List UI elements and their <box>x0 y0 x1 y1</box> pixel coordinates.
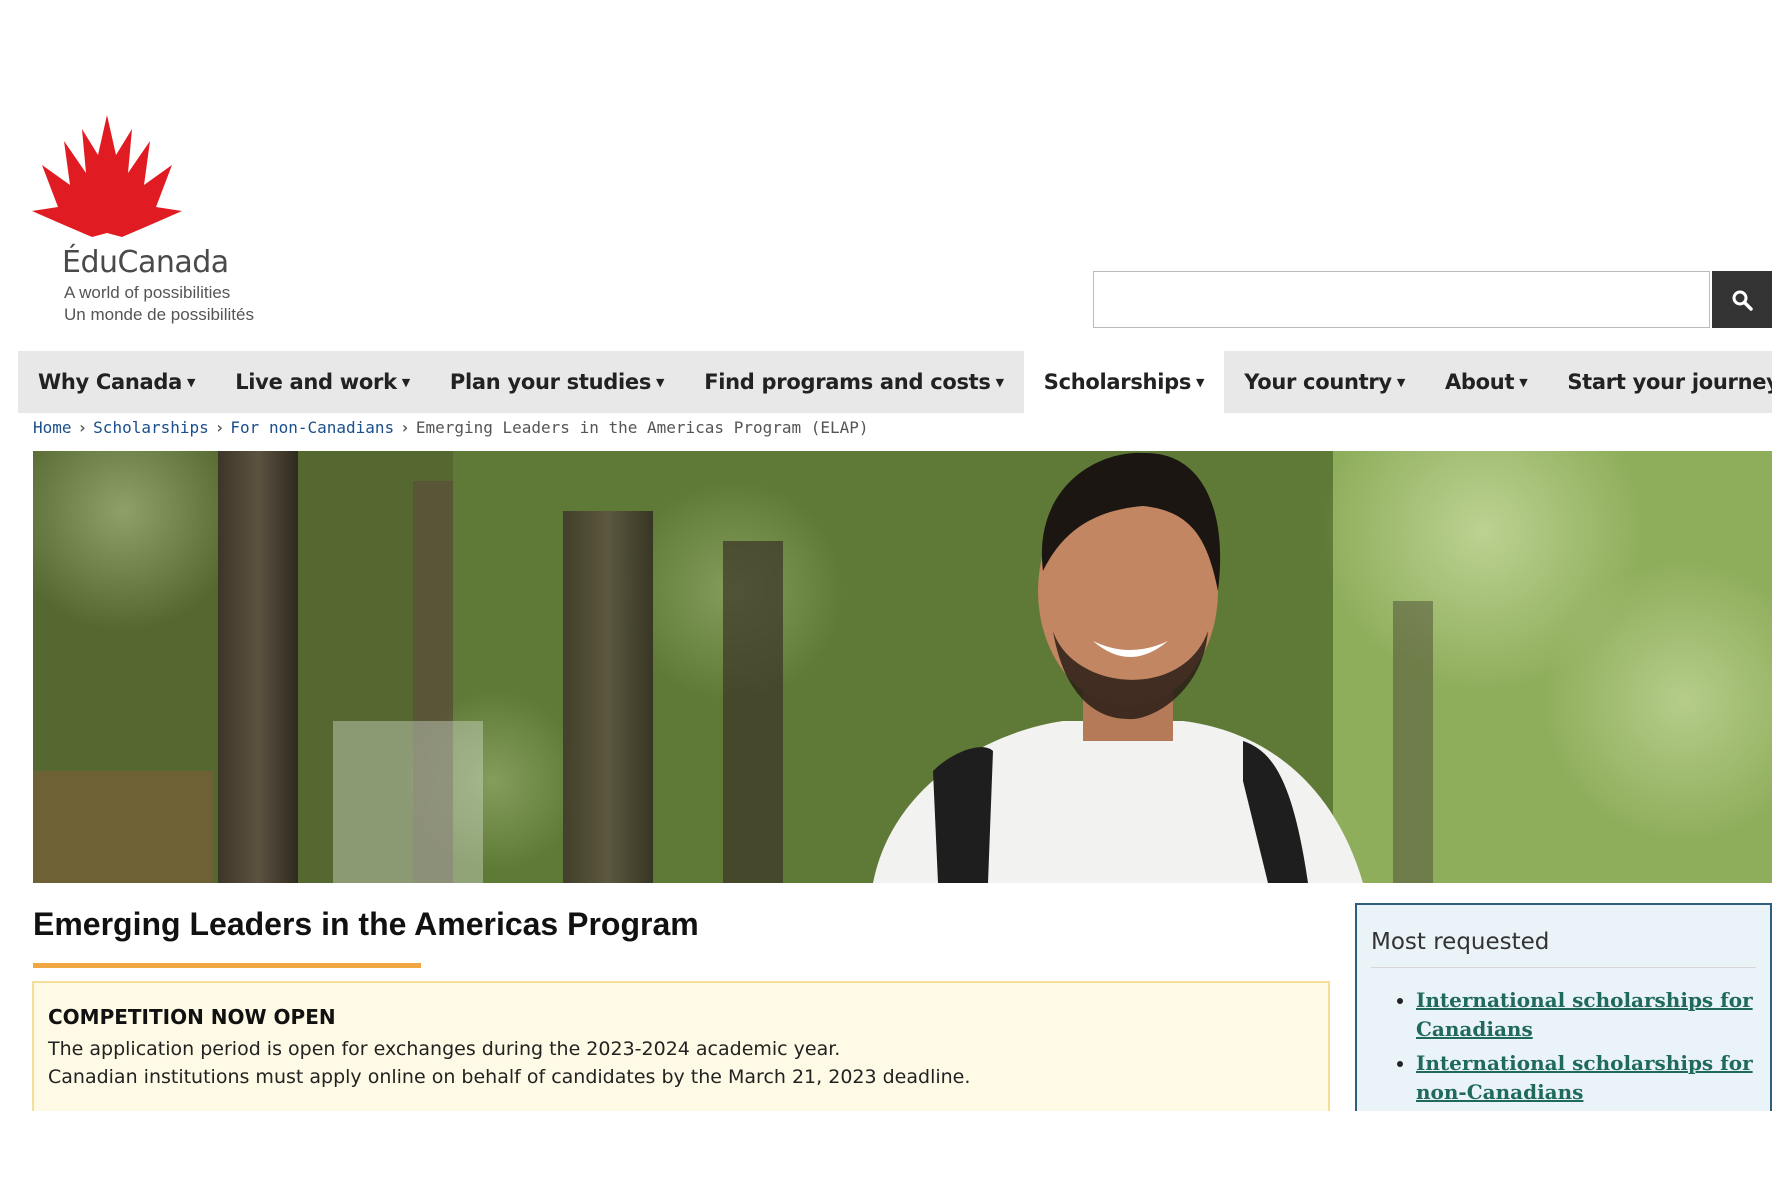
caret-down-icon: ▼ <box>656 375 665 389</box>
list-item: International scholarships for non-Canad… <box>1416 1049 1756 1107</box>
breadcrumb-for-non-canadians[interactable]: For non-Canadians <box>230 418 394 437</box>
caret-down-icon: ▼ <box>1519 375 1528 389</box>
nav-item-label: Find programs and costs <box>704 370 991 394</box>
page-bottom-whitespace <box>0 1111 1772 1181</box>
nav-item-about[interactable]: About ▼ <box>1425 351 1547 413</box>
main-nav: Why Canada ▼ Live and work ▼ Plan your stu… <box>18 351 1772 413</box>
nav-item-scholarships[interactable]: Scholarships ▼ <box>1023 351 1225 413</box>
chevron-right-icon: › <box>214 418 225 437</box>
nav-item-your-country[interactable]: Your country ▼ <box>1224 351 1425 413</box>
caret-down-icon: ▼ <box>1396 375 1405 389</box>
breadcrumb-scholarships[interactable]: Scholarships <box>93 418 209 437</box>
nav-item-start-your-journey[interactable]: Start your journey▼ <box>1547 351 1772 413</box>
nav-item-why-canada[interactable]: Why Canada ▼ <box>18 351 215 413</box>
competition-notice: COMPETITION NOW OPEN The application per… <box>32 981 1330 1111</box>
nav-item-label: Your country <box>1244 370 1392 394</box>
nav-item-label: About <box>1444 370 1515 394</box>
chevron-right-icon: › <box>400 418 410 437</box>
educanada-logo[interactable]: ÉduCanada A world of possibilities Un mo… <box>32 115 272 335</box>
logo-tagline-fr: Un monde de possibilités <box>64 305 254 324</box>
notice-line-2: Canadian institutions must apply online … <box>48 1066 971 1088</box>
notice-title: COMPETITION NOW OPEN <box>48 1005 336 1029</box>
search-button[interactable] <box>1712 271 1772 328</box>
nav-item-find-programs[interactable]: Find programs and costs ▼ <box>684 351 1024 413</box>
nav-item-label: Start your journey <box>1567 370 1772 394</box>
hero-photo <box>33 451 1772 883</box>
nav-item-label: Live and work <box>235 370 397 394</box>
search-box <box>1093 271 1710 328</box>
maple-leaf-icon <box>32 115 182 237</box>
link-scholarships-for-non-canadians[interactable]: International scholarships for non-Canad… <box>1416 1051 1753 1104</box>
search-icon <box>1732 290 1753 311</box>
breadcrumb: Home › Scholarships › For non-Canadians › Emer… <box>33 418 869 437</box>
caret-down-icon: ▼ <box>995 375 1004 389</box>
search-input[interactable] <box>1094 272 1709 327</box>
nav-item-plan-your-studies[interactable]: Plan your studies ▼ <box>430 351 684 413</box>
breadcrumb-current: Emerging Leaders in the Americas Program… <box>415 418 869 437</box>
caret-down-icon: ▼ <box>401 375 410 389</box>
sidebar-title: Most requested <box>1371 929 1756 968</box>
nav-item-label: Why Canada <box>38 370 183 394</box>
logo-brand: ÉduCanada <box>62 245 229 280</box>
notice-line-1: The application period is open for excha… <box>48 1038 841 1060</box>
chevron-right-icon: › <box>77 418 88 437</box>
hero-image <box>33 451 1772 883</box>
most-requested-list: International scholarships for Canadians… <box>1371 986 1756 1107</box>
caret-down-icon: ▼ <box>1196 375 1205 389</box>
nav-item-label: Plan your studies <box>449 370 652 394</box>
nav-item-label: Scholarships <box>1043 370 1192 394</box>
list-item: International scholarships for Canadians <box>1416 986 1756 1044</box>
breadcrumb-home[interactable]: Home <box>33 418 72 437</box>
nav-item-live-and-work[interactable]: Live and work ▼ <box>215 351 430 413</box>
link-scholarships-for-canadians[interactable]: International scholarships for Canadians <box>1416 988 1753 1041</box>
logo-tagline-en: A world of possibilities <box>64 283 231 302</box>
most-requested-panel: Most requested International scholarship… <box>1355 903 1772 1111</box>
caret-down-icon: ▼ <box>187 375 196 389</box>
page-title: Emerging Leaders in the Americas Program <box>33 906 699 942</box>
title-underline <box>33 963 421 968</box>
